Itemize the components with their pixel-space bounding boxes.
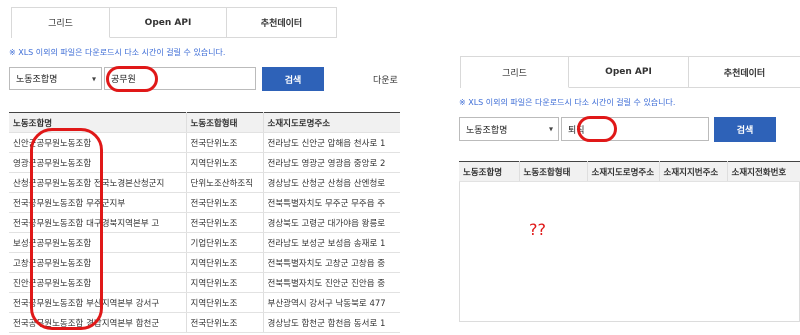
download-label[interactable]: 다운로 xyxy=(373,73,398,86)
cell-road-address: 경상남도 산청군 산청읍 산엔청로 xyxy=(263,172,400,193)
highlight-circle-search-term xyxy=(577,116,617,142)
column-header[interactable]: 노동조합형태 xyxy=(519,161,588,182)
download-notice: ※ XLS 이외의 파일은 다운로드시 다소 시간이 걸릴 수 있습니다. xyxy=(459,98,676,107)
tab-open-api[interactable]: Open API xyxy=(110,8,227,38)
cell-union-type: 전국단위노조 xyxy=(186,132,264,153)
column-header[interactable]: 노동조합명 xyxy=(9,112,187,133)
cell-union-type: 기업단위노조 xyxy=(186,232,264,253)
cell-road-address: 경상남도 합천군 합천읍 동서로 1 xyxy=(263,312,400,333)
cell-union-type: 지역단위노조 xyxy=(186,152,264,173)
tab-open-api[interactable]: Open API xyxy=(569,57,689,88)
cell-road-address: 경상북도 고령군 대가야읍 왕릉로 xyxy=(263,212,400,233)
cell-road-address: 전라남도 신안군 압해읍 천사로 1 xyxy=(263,132,400,153)
left-screenshot-panel: 그리드 Open API 추천데이터 ※ XLS 이외의 파일은 다운로드시 다… xyxy=(0,0,400,335)
search-button[interactable]: 검색 xyxy=(714,117,776,142)
table-header-row: 노동조합명 노동조합형태 소재지도로명주소 소재지지번주소 소재지전화번호 xyxy=(459,161,800,182)
chevron-down-icon: ▾ xyxy=(91,74,96,83)
column-header[interactable]: 소재지도로명주소 xyxy=(587,161,660,182)
column-header[interactable]: 소재지지번주소 xyxy=(659,161,728,182)
cell-union-type: 지역단위노조 xyxy=(186,272,264,293)
search-field-select[interactable]: 노동조합명 ▾ xyxy=(9,67,102,90)
column-header[interactable]: 노동조합명 xyxy=(459,161,520,182)
empty-result-area xyxy=(459,182,800,322)
cell-road-address: 전북특별자치도 진안군 진안읍 중 xyxy=(263,272,400,293)
result-table: 노동조합명 노동조합형태 소재지도로명주소 소재지지번주소 소재지전화번호 xyxy=(459,161,800,182)
cell-union-type: 지역단위노조 xyxy=(186,292,264,313)
cell-union-type: 지역단위노조 xyxy=(186,252,264,273)
cell-union-type: 단위노조산하조직 xyxy=(186,172,264,193)
download-notice: ※ XLS 이외의 파일은 다운로드시 다소 시간이 걸릴 수 있습니다. xyxy=(9,48,226,57)
search-field-select[interactable]: 노동조합명 ▾ xyxy=(459,117,559,141)
tab-grid[interactable]: 그리드 xyxy=(461,57,569,88)
column-header[interactable]: 소재지도로명주소 xyxy=(263,112,400,133)
tab-recommended-data[interactable]: 추천데이터 xyxy=(689,57,800,88)
cell-road-address: 부산광역시 강서구 낙동북로 477 xyxy=(263,292,400,313)
chevron-down-icon: ▾ xyxy=(548,124,553,134)
cell-union-type: 전국단위노조 xyxy=(186,312,264,333)
right-screenshot-panel: 그리드 Open API 추천데이터 ※ XLS 이외의 파일은 다운로드시 다… xyxy=(450,48,800,335)
tab-grid[interactable]: 그리드 xyxy=(12,8,110,38)
column-header[interactable]: 소재지전화번호 xyxy=(727,161,800,182)
cell-union-type: 전국단위노조 xyxy=(186,192,264,213)
cell-road-address: 전라남도 영광군 영광읍 중앙로 2 xyxy=(263,152,400,173)
tab-recommended-data[interactable]: 추천데이터 xyxy=(227,8,337,38)
select-value: 노동조합명 xyxy=(16,75,58,85)
left-tab-bar: 그리드 Open API 추천데이터 xyxy=(11,7,337,38)
highlight-circle-search-term xyxy=(106,66,158,92)
cell-road-address: 전라남도 보성군 보성읍 송재로 1 xyxy=(263,232,400,253)
cell-road-address: 전북특별자치도 무주군 무주읍 주 xyxy=(263,192,400,213)
search-button[interactable]: 검색 xyxy=(262,67,324,91)
right-tab-bar: 그리드 Open API 추천데이터 xyxy=(460,56,800,88)
question-annotation: ?? xyxy=(529,220,546,239)
cell-union-type: 전국단위노조 xyxy=(186,212,264,233)
column-header[interactable]: 노동조합형태 xyxy=(186,112,264,133)
highlight-circle-union-names xyxy=(30,128,103,330)
select-value: 노동조합명 xyxy=(466,125,508,136)
cell-road-address: 전북특별자치도 고창군 고창읍 중 xyxy=(263,252,400,273)
